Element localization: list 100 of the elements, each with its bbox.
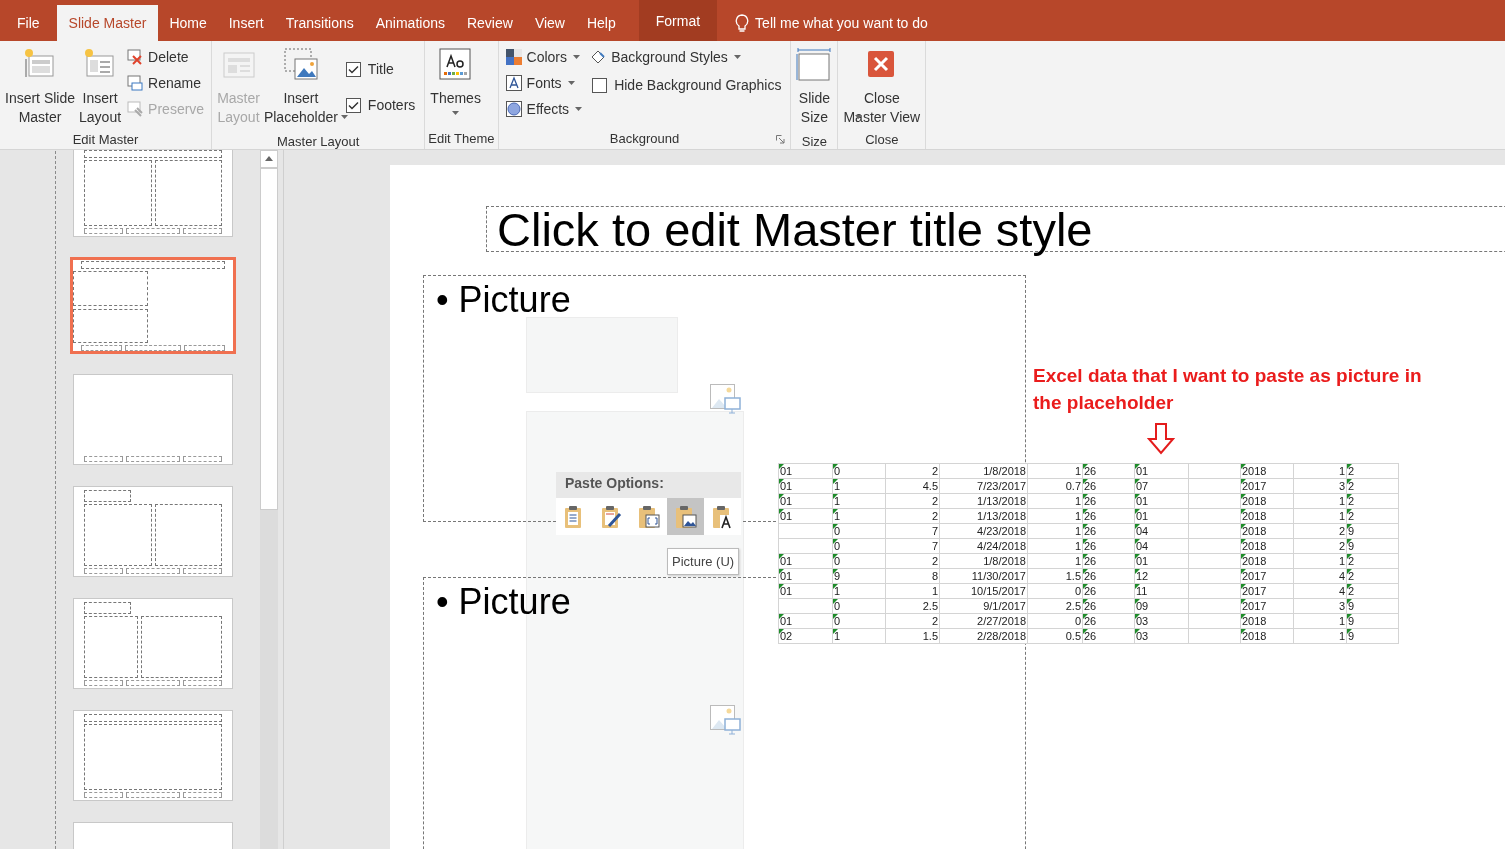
ribbon-tab[interactable]: Animations xyxy=(364,5,456,41)
font-swatch-icon xyxy=(505,75,522,91)
table-cell: 1 xyxy=(1027,508,1083,524)
checkbox[interactable]: Footers xyxy=(343,83,418,113)
slide-thumbnail[interactable] xyxy=(73,486,233,577)
dialog-launcher-icon[interactable] xyxy=(776,135,786,144)
table-cell: 1 xyxy=(1027,523,1083,539)
table-cell: 26 xyxy=(1082,628,1135,644)
thumbnail-placeholder xyxy=(84,490,131,502)
ribbon-tab[interactable]: Review xyxy=(455,5,524,41)
ribbon-button[interactable]: Background Styles xyxy=(590,47,784,67)
thumbnail-placeholder xyxy=(154,504,222,566)
table-cell: 4 xyxy=(1293,568,1347,584)
table-cell xyxy=(1188,538,1241,554)
ribbon-button[interactable]: Insert Placeholder xyxy=(261,45,340,133)
checkbox-icon[interactable] xyxy=(592,77,608,93)
table-cell xyxy=(1188,583,1241,599)
slide-thumbnail[interactable] xyxy=(73,598,233,689)
group-label: Size xyxy=(801,133,828,149)
checkbox[interactable]: Title xyxy=(343,47,418,77)
rename-icon xyxy=(127,75,144,91)
checkbox-icon[interactable] xyxy=(345,97,361,113)
table-cell: 2 xyxy=(885,553,940,569)
table-cell: 2018 xyxy=(1240,463,1294,479)
ribbon-button[interactable]: Close Master View xyxy=(841,45,923,129)
table-cell: 0.7 xyxy=(1027,478,1083,494)
slide-thumbnail[interactable] xyxy=(70,257,236,354)
color-palette-icon xyxy=(505,49,522,65)
scroll-up-icon[interactable] xyxy=(260,150,278,168)
table-cell: 7/23/2017 xyxy=(939,478,1028,494)
ribbon-button[interactable]: Effects xyxy=(505,99,583,119)
ribbon-tab[interactable]: Slide Master xyxy=(56,5,159,41)
paste-option-button[interactable] xyxy=(667,498,704,535)
paint-bucket-icon xyxy=(590,49,607,65)
table-cell: 2018 xyxy=(1240,508,1294,524)
table-cell: 9 xyxy=(1346,598,1399,614)
table-cell: 9 xyxy=(1346,613,1399,629)
ribbon-tab[interactable]: Help xyxy=(575,5,627,41)
table-cell: 1.5 xyxy=(885,628,940,644)
table-cell: 2 xyxy=(1293,538,1347,554)
table-cell: 2/27/2018 xyxy=(939,613,1028,629)
checkbox[interactable]: Hide Background Graphics xyxy=(590,73,784,93)
table-cell: 04 xyxy=(1134,523,1189,539)
table-cell: 02 xyxy=(778,628,833,644)
checkbox-icon[interactable] xyxy=(345,61,361,77)
delete-icon xyxy=(127,49,144,65)
table-cell: 01 xyxy=(1134,553,1189,569)
table-cell: 2018 xyxy=(1240,613,1294,629)
table-cell: 01 xyxy=(778,568,833,584)
scrollbar[interactable] xyxy=(260,150,278,849)
table-cell: 1 xyxy=(832,478,886,494)
table-cell: 1/13/2018 xyxy=(939,493,1028,509)
table-cell: 1 xyxy=(1293,508,1347,524)
scroll-thumb[interactable] xyxy=(260,168,278,510)
ribbon-button[interactable]: Fonts xyxy=(505,73,583,93)
slide-thumbnail[interactable] xyxy=(73,710,233,801)
ribbon-button[interactable]: Colors xyxy=(505,47,583,67)
table-cell: 2 xyxy=(885,493,940,509)
ribbon-tab[interactable]: Format xyxy=(638,0,718,41)
table-cell: 2/28/2018 xyxy=(939,628,1028,644)
table-cell: 01 xyxy=(778,463,833,479)
ribbon-button[interactable]: Insert Layout xyxy=(77,45,124,129)
table-cell: 1 xyxy=(1293,553,1347,569)
table-cell: 2 xyxy=(1346,553,1399,569)
table-cell: 0 xyxy=(832,538,886,554)
thumbnail-placeholder xyxy=(84,602,131,614)
annotation-text: Excel data that I want to paste as picture in the placeholder xyxy=(1033,364,1423,415)
ribbon-tab[interactable]: Transitions xyxy=(274,5,365,41)
ribbon-button[interactable]: Delete xyxy=(127,47,205,67)
ribbon-button[interactable]: Slide Size xyxy=(794,45,835,133)
ribbon-tab[interactable]: Insert xyxy=(217,5,275,41)
table-cell: 26 xyxy=(1082,538,1135,554)
table-cell xyxy=(1188,463,1241,479)
slide-thumbnail[interactable] xyxy=(73,150,233,237)
table-cell: 26 xyxy=(1082,613,1135,629)
ribbon-button[interactable]: Rename xyxy=(127,73,205,93)
table-cell: 9 xyxy=(1346,538,1399,554)
table-cell: 8 xyxy=(885,568,940,584)
slide-thumbnail[interactable] xyxy=(73,374,233,465)
table-cell: 2018 xyxy=(1240,538,1294,554)
table-cell: 1 xyxy=(1293,613,1347,629)
table-cell: 4/23/2018 xyxy=(939,523,1028,539)
clipboard-icon xyxy=(600,503,623,530)
table-cell: 3 xyxy=(1293,478,1347,494)
table-cell: 01 xyxy=(778,553,833,569)
ribbon-tab[interactable]: File xyxy=(0,5,57,41)
ribbon-button[interactable]: Insert Slide Master xyxy=(3,45,78,129)
table-cell: 2018 xyxy=(1240,523,1294,539)
table-cell: 0 xyxy=(1027,583,1083,599)
table-cell: 0 xyxy=(832,523,886,539)
down-arrow-icon xyxy=(1147,423,1175,455)
tell-me-search[interactable]: Tell me what you want to do xyxy=(755,15,928,31)
table-cell: 9/1/2017 xyxy=(939,598,1028,614)
ribbon-button[interactable]: Themes xyxy=(428,45,483,117)
table-cell xyxy=(778,538,833,554)
group-label: Close xyxy=(865,131,899,147)
ribbon-tab[interactable]: Home xyxy=(158,5,218,41)
ribbon-tab[interactable]: View xyxy=(523,5,576,41)
table-cell: 2017 xyxy=(1240,568,1294,584)
table-cell: 1/13/2018 xyxy=(939,508,1028,524)
